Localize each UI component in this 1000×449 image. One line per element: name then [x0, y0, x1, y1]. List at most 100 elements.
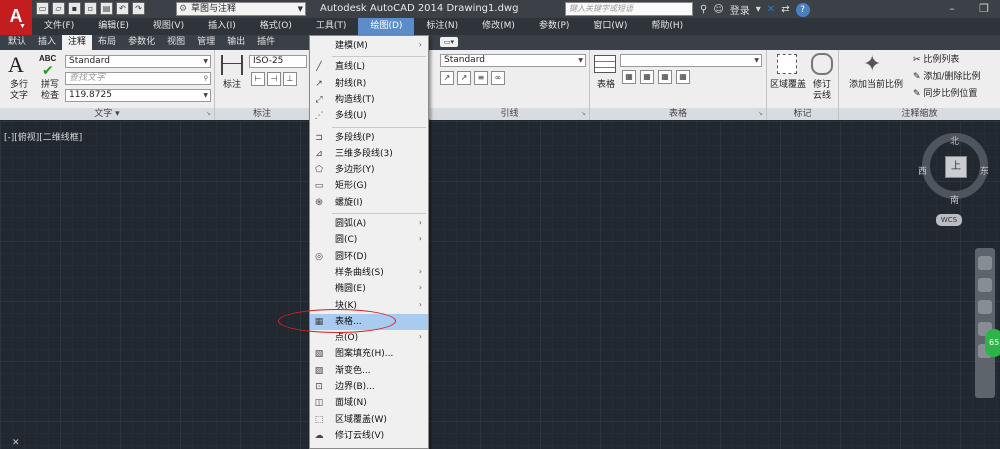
- ribbon-toggle-icon[interactable]: ▭▾: [440, 37, 458, 47]
- draw-menu-item-9[interactable]: ⬠ 多边形(Y): [310, 162, 428, 178]
- menu-item-9[interactable]: 参数(P): [527, 18, 581, 35]
- tab-5[interactable]: 视图: [161, 35, 191, 50]
- table-button[interactable]: 表格: [592, 80, 620, 91]
- viewcube-west[interactable]: 西: [918, 164, 927, 177]
- draw-menu-item-7[interactable]: ⊐ 多段线(P): [310, 130, 428, 146]
- dialog-launcher-icon[interactable]: ↘: [758, 108, 763, 120]
- draw-menu-item-2[interactable]: ╱ 直线(L): [310, 59, 428, 75]
- table-panel-footer[interactable]: 表格 ↘: [590, 108, 766, 120]
- search-input[interactable]: 键入关键字或短语: [565, 2, 693, 16]
- draw-menu-item-24[interactable]: ◫ 面域(N): [310, 395, 428, 411]
- dimension-panel-footer[interactable]: 标注: [215, 108, 309, 120]
- draw-menu-item-22[interactable]: ▨ 渐变色...: [310, 363, 428, 379]
- draw-menu-item-14[interactable]: 圆(C) ›: [310, 232, 428, 248]
- menu-item-2[interactable]: 视图(V): [141, 18, 196, 35]
- dim-style-select[interactable]: ISO-25: [249, 55, 307, 68]
- multiline-text-button[interactable]: 多行 文字: [6, 80, 32, 102]
- viewcube-north[interactable]: 北: [950, 134, 959, 147]
- user-icon[interactable]: ☺: [713, 4, 723, 15]
- leader-style-select[interactable]: Standard ▼: [440, 54, 586, 67]
- scale-list-button[interactable]: ✂ 比例列表: [913, 55, 959, 66]
- draw-menu-item-13[interactable]: 圆弧(A) ›: [310, 216, 428, 232]
- draw-menu-item-26[interactable]: ☁ 修订云线(V): [310, 428, 428, 444]
- revcloud-button[interactable]: 修订 云线: [809, 80, 835, 102]
- markup-panel-footer[interactable]: 标记: [767, 108, 838, 120]
- collect-leader-icon[interactable]: ∞: [491, 71, 505, 85]
- draw-menu-item-17[interactable]: 椭圆(E) ›: [310, 281, 428, 297]
- download-data-icon[interactable]: ▦: [658, 70, 672, 84]
- sync-scale-button[interactable]: ✎ 同步比例位置: [913, 89, 977, 100]
- draw-menu-item-25[interactable]: ⬚ 区域覆盖(W): [310, 412, 428, 428]
- text-panel-footer[interactable]: 文字 ▾ ↘: [0, 108, 214, 120]
- dim-baseline-icon[interactable]: ⊥: [283, 72, 297, 86]
- menu-item-3[interactable]: 插入(I): [196, 18, 248, 35]
- viewcube-east[interactable]: 东: [980, 164, 989, 177]
- viewport-controls-label[interactable]: [-][俯视][二维线框]: [4, 130, 82, 143]
- linear-dimension-icon[interactable]: [221, 55, 243, 75]
- new-file-icon[interactable]: ▭: [36, 2, 49, 15]
- menu-item-6[interactable]: 绘图(D): [358, 18, 415, 35]
- draw-menu-item-16[interactable]: 样条曲线(S) ›: [310, 265, 428, 281]
- draw-menu-item-11[interactable]: ֍ 螺旋(I): [310, 195, 428, 211]
- menu-item-8[interactable]: 修改(M): [470, 18, 527, 35]
- minimize-icon[interactable]: –: [936, 0, 968, 18]
- save-icon[interactable]: ▪: [68, 2, 81, 15]
- text-height-select[interactable]: 119.8725 ▼: [65, 89, 211, 102]
- dimension-button[interactable]: 标注: [219, 80, 245, 91]
- open-file-icon[interactable]: ▱: [52, 2, 65, 15]
- dim-continue-icon[interactable]: ⊣: [267, 72, 281, 86]
- remove-leader-icon[interactable]: ↗: [457, 71, 471, 85]
- sync-icon[interactable]: ⇄: [781, 4, 789, 15]
- tab-4[interactable]: 参数化: [122, 35, 161, 50]
- dropdown-icon[interactable]: ▾: [756, 4, 761, 15]
- tab-3[interactable]: 布局: [92, 35, 122, 50]
- dialog-launcher-icon[interactable]: ↘: [581, 108, 586, 120]
- print-icon[interactable]: ▤: [100, 2, 113, 15]
- save-as-icon[interactable]: ▫: [84, 2, 97, 15]
- application-menu-button[interactable]: A ▼: [0, 0, 32, 35]
- login-link[interactable]: 登录: [730, 2, 750, 17]
- viewcube-top-face[interactable]: 上: [945, 156, 967, 178]
- annotation-scale-icon[interactable]: ✦: [863, 52, 881, 77]
- draw-menu-item-10[interactable]: ▭ 矩形(G): [310, 178, 428, 194]
- upload-data-icon[interactable]: ▦: [676, 70, 690, 84]
- draw-menu-item-0[interactable]: 建模(M) ›: [310, 38, 428, 54]
- drawing-canvas[interactable]: [0, 121, 1000, 449]
- undo-icon[interactable]: ↶: [116, 2, 129, 15]
- menu-item-4[interactable]: 格式(O): [248, 18, 304, 35]
- find-text-input[interactable]: 查找文字 ⚲: [65, 72, 211, 85]
- wipeout-icon[interactable]: [777, 54, 797, 74]
- draw-menu-item-3[interactable]: ↗ 射线(R): [310, 76, 428, 92]
- menu-item-11[interactable]: 帮助(H): [639, 18, 695, 35]
- dim-linear-icon[interactable]: ⊢: [251, 72, 265, 86]
- tab-1[interactable]: 插入: [32, 35, 62, 50]
- leader-panel-footer[interactable]: 引线 ↘: [430, 108, 589, 120]
- tab-6[interactable]: 管理: [191, 35, 221, 50]
- steering-wheel-icon[interactable]: [978, 256, 992, 270]
- text-style-select[interactable]: Standard ▼: [65, 55, 211, 68]
- wcs-menu[interactable]: WCS: [936, 214, 962, 226]
- menu-item-10[interactable]: 窗口(W): [581, 18, 639, 35]
- pan-icon[interactable]: [978, 278, 992, 292]
- draw-menu-item-23[interactable]: ⊡ 边界(B)...: [310, 379, 428, 395]
- link-data-icon[interactable]: ▦: [640, 70, 654, 84]
- menu-item-1[interactable]: 编辑(E): [86, 18, 141, 35]
- draw-menu-item-21[interactable]: ▧ 图案填充(H)...: [310, 346, 428, 362]
- extract-data-icon[interactable]: ▦: [622, 70, 636, 84]
- dialog-launcher-icon[interactable]: ↘: [206, 108, 211, 120]
- zoom-icon[interactable]: [978, 300, 992, 314]
- help-icon[interactable]: ?: [795, 2, 810, 17]
- spell-check-button[interactable]: 拼写 检查: [38, 80, 62, 102]
- draw-menu-item-5[interactable]: ⋰ 多线(U): [310, 108, 428, 124]
- menu-item-5[interactable]: 工具(T): [304, 18, 359, 35]
- revcloud-icon[interactable]: [811, 53, 833, 75]
- add-remove-scale-button[interactable]: ✎ 添加/删除比例: [913, 72, 980, 83]
- draw-menu-item-15[interactable]: ◎ 圆环(D): [310, 249, 428, 265]
- add-current-scale-button[interactable]: 添加当前比例: [841, 80, 911, 91]
- align-leader-icon[interactable]: ≡: [474, 71, 488, 85]
- check-icon[interactable]: ✔: [42, 63, 54, 79]
- tab-2[interactable]: 注释: [62, 35, 93, 50]
- viewcube-south[interactable]: 南: [950, 193, 959, 206]
- menu-item-0[interactable]: 文件(F): [32, 18, 86, 35]
- tab-7[interactable]: 输出: [221, 35, 251, 50]
